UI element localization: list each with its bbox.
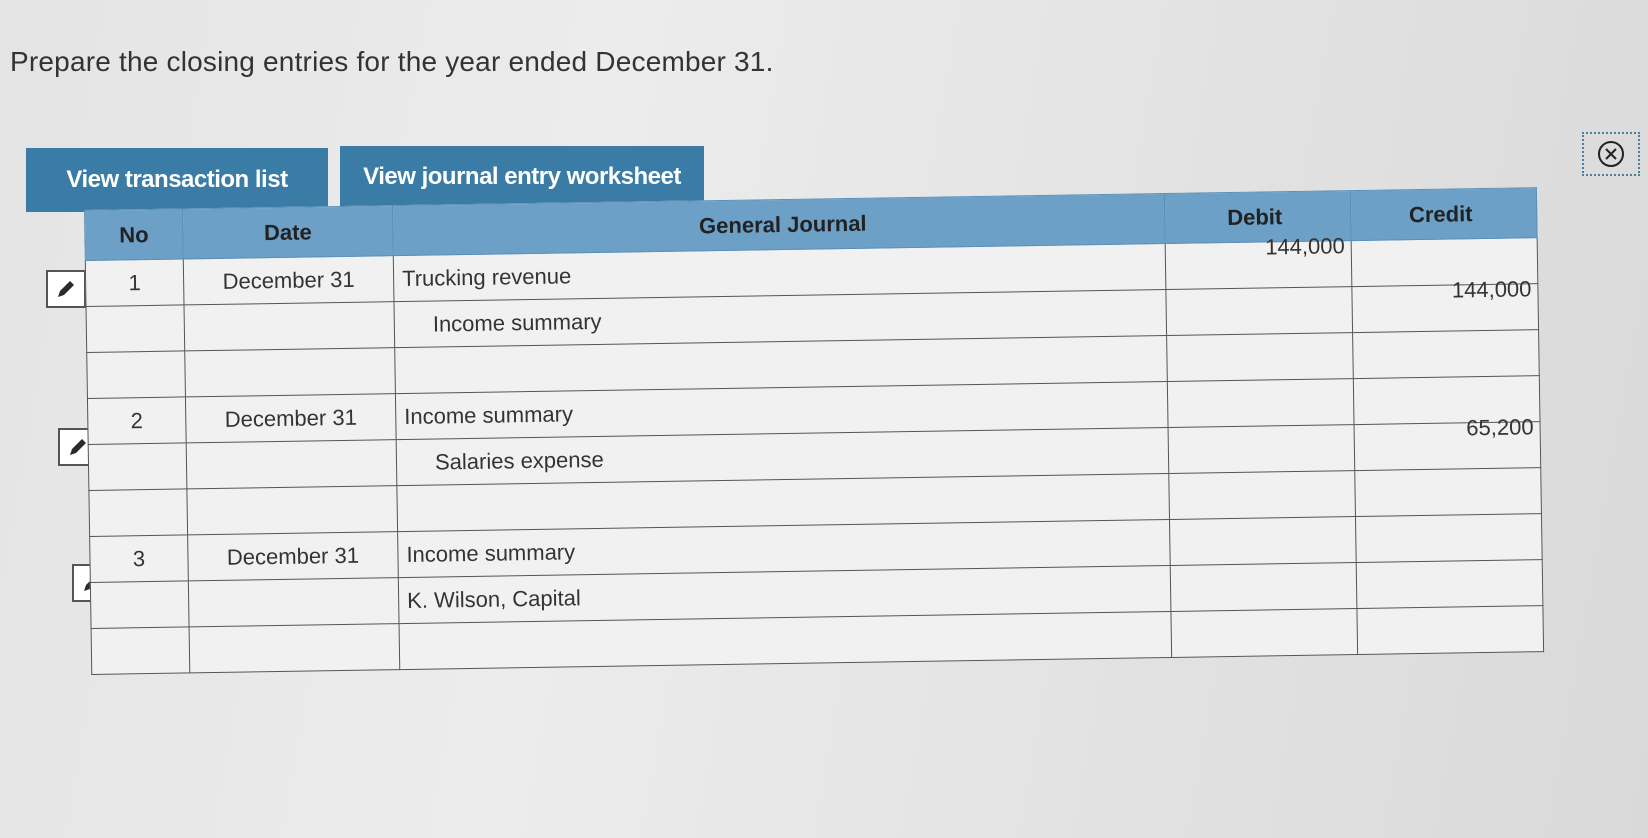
cell-credit: [1356, 559, 1543, 609]
close-button[interactable]: [1582, 132, 1640, 176]
view-transaction-list-button[interactable]: View transaction list: [26, 148, 328, 212]
cell-date: [186, 485, 398, 535]
cell-debit: [1169, 516, 1357, 566]
cell-date: [189, 623, 400, 673]
cell-credit: [1355, 513, 1543, 563]
view-journal-entry-worksheet-button[interactable]: View journal entry worksheet: [340, 146, 704, 208]
cell-debit: [1168, 424, 1355, 474]
cell-no: 3: [89, 534, 189, 583]
cell-date: [188, 577, 400, 627]
cell-debit: 144,000: [1165, 233, 1352, 290]
pencil-icon: [58, 281, 74, 297]
cell-credit: [1354, 467, 1542, 517]
cell-no: [86, 350, 186, 399]
cell-no: [88, 488, 188, 537]
pencil-icon: [70, 439, 86, 455]
cell-date: December 31: [185, 393, 397, 443]
instructions-text: Prepare the closing entries for the year…: [10, 46, 774, 77]
cell-debit: [1165, 286, 1353, 336]
cell-credit: 144,000: [1351, 276, 1539, 333]
cell-debit: [1170, 562, 1357, 612]
debit-value: 144,000: [1264, 232, 1345, 259]
cell-date: [184, 301, 395, 351]
cell-no: 2: [87, 396, 187, 445]
cell-date: [186, 439, 397, 489]
cell-debit: [1166, 332, 1354, 382]
cell-debit: [1170, 608, 1358, 658]
credit-value: 65,200: [1466, 413, 1534, 440]
cell-credit: [1352, 329, 1540, 379]
cell-no: 1: [85, 258, 185, 307]
general-journal-table: No Date General Journal Debit Credit 1 D…: [84, 187, 1545, 675]
cell-no: [86, 304, 185, 353]
cell-no: [88, 442, 187, 491]
header-no: No: [84, 208, 184, 261]
edit-entry-1-button[interactable]: [46, 270, 86, 308]
cell-date: [184, 347, 396, 397]
cell-debit: [1167, 378, 1355, 428]
cell-date: December 31: [183, 255, 394, 305]
cell-date: December 31: [187, 531, 399, 581]
header-credit: Credit: [1350, 187, 1538, 241]
header-date: Date: [182, 205, 394, 259]
cell-debit: [1168, 470, 1356, 520]
cell-credit: 65,200: [1354, 414, 1541, 471]
close-circle-icon: [1598, 141, 1624, 167]
cell-credit: [1356, 605, 1544, 655]
cell-no: [90, 580, 190, 629]
cell-no: [91, 626, 190, 675]
credit-value: 144,000: [1451, 275, 1532, 303]
